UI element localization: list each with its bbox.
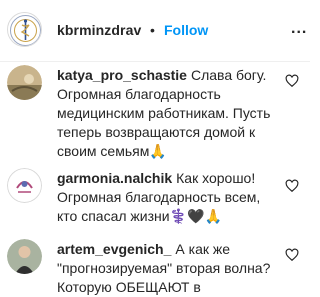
profile-username[interactable]: kbrminzdrav [57, 22, 141, 38]
like-heart-icon[interactable] [285, 179, 299, 193]
more-options-icon[interactable]: ... [291, 21, 307, 37]
comment-item: katya_pro_schastie Слава богу. Огромная б… [0, 62, 310, 160]
follow-button[interactable]: Follow [164, 22, 208, 38]
post-header: kbrminzdrav • Follow ... [0, 0, 310, 62]
comment-text-block: katya_pro_schastie Слава богу. Огромная б… [57, 66, 272, 161]
commenter-avatar[interactable] [7, 65, 42, 100]
comment-username[interactable]: garmonia.nalchik [57, 170, 172, 186]
comment-text-block: garmonia.nalchik Как хорошо! Огромная бла… [57, 169, 272, 226]
like-heart-icon[interactable] [285, 248, 299, 262]
commenter-avatar[interactable] [7, 168, 42, 203]
like-heart-icon[interactable] [285, 74, 299, 88]
profile-avatar[interactable] [7, 12, 42, 47]
comment-item: garmonia.nalchik Как хорошо! Огромная бла… [0, 165, 310, 235]
comment-username[interactable]: katya_pro_schastie [57, 67, 187, 83]
comment-text-block: artem_evgenich_ А как же "прогнозируемая"… [57, 240, 272, 297]
commenter-avatar[interactable] [7, 239, 42, 274]
separator-dot: • [150, 22, 155, 38]
comment-item: artem_evgenich_ А как же "прогнозируемая"… [0, 236, 310, 297]
comment-username[interactable]: artem_evgenich_ [57, 241, 171, 257]
